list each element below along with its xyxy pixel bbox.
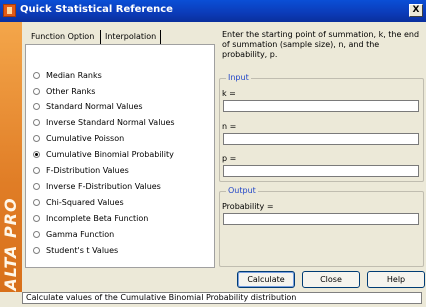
option-label: Chi-Squared Values bbox=[46, 197, 124, 207]
tab-interpolation[interactable]: Interpolation bbox=[100, 30, 162, 44]
option-inverse-f-distribution-values[interactable]: Inverse F-Distribution Values bbox=[33, 180, 161, 192]
close-icon[interactable]: X bbox=[409, 4, 423, 17]
k-label: k = bbox=[222, 89, 236, 98]
radio-button-selected[interactable] bbox=[33, 150, 40, 158]
option-f-distribution-values[interactable]: F-Distribution Values bbox=[33, 164, 129, 176]
option-chi-squared-values[interactable]: Chi-Squared Values bbox=[33, 196, 124, 208]
option-other-ranks[interactable]: Other Ranks bbox=[33, 85, 95, 97]
option-label: Inverse F-Distribution Values bbox=[46, 181, 161, 191]
help-button[interactable]: Help bbox=[367, 271, 425, 288]
option-label: Cumulative Binomial Probability bbox=[46, 149, 174, 159]
option-standard-normal-values[interactable]: Standard Normal Values bbox=[33, 100, 143, 112]
quick-statistical-reference-window: Quick Statistical Reference X ALTA PRO F… bbox=[0, 0, 426, 307]
calculate-button[interactable]: Calculate bbox=[237, 271, 295, 288]
radio-button[interactable] bbox=[33, 214, 40, 222]
probability-label: Probability = bbox=[222, 202, 274, 211]
radio-button[interactable] bbox=[33, 198, 40, 206]
instructions-text: Enter the starting point of summation, k… bbox=[222, 30, 420, 59]
probability-output[interactable] bbox=[223, 213, 419, 225]
option-label: Cumulative Poisson bbox=[46, 133, 125, 143]
k-input[interactable] bbox=[223, 100, 419, 112]
option-label: Other Ranks bbox=[46, 86, 96, 96]
radio-button[interactable] bbox=[33, 118, 40, 126]
option-gamma-function[interactable]: Gamma Function bbox=[33, 228, 114, 240]
radio-button[interactable] bbox=[33, 166, 40, 174]
n-label: n = bbox=[222, 122, 237, 131]
option-label: Student's t Values bbox=[46, 245, 119, 255]
option-label: Gamma Function bbox=[46, 229, 115, 239]
side-banner-text: ALTA PRO bbox=[1, 197, 20, 291]
option-label: Incomplete Beta Function bbox=[46, 213, 149, 223]
app-icon bbox=[3, 4, 16, 17]
radio-button[interactable] bbox=[33, 246, 40, 254]
option-students-t-values[interactable]: Student's t Values bbox=[33, 244, 118, 256]
tab-function-option[interactable]: Function Option bbox=[28, 30, 97, 44]
status-bar: Calculate values of the Cumulative Binom… bbox=[22, 292, 422, 304]
n-input[interactable] bbox=[223, 133, 419, 145]
option-label: Inverse Standard Normal Values bbox=[46, 117, 175, 127]
output-group-legend: Output bbox=[226, 186, 258, 195]
side-banner: ALTA PRO bbox=[0, 22, 22, 292]
input-group-legend: Input bbox=[226, 73, 251, 82]
option-cumulative-binomial-probability[interactable]: Cumulative Binomial Probability bbox=[33, 148, 174, 160]
radio-button[interactable] bbox=[33, 230, 40, 238]
option-label: F-Distribution Values bbox=[46, 165, 129, 175]
radio-button[interactable] bbox=[33, 87, 40, 95]
radio-button[interactable] bbox=[33, 182, 40, 190]
radio-button[interactable] bbox=[33, 134, 40, 142]
p-label: p = bbox=[222, 154, 237, 163]
option-inverse-standard-normal-values[interactable]: Inverse Standard Normal Values bbox=[33, 116, 175, 128]
function-option-panel: Median Ranks Other Ranks Standard Normal… bbox=[25, 44, 215, 268]
title-bar[interactable]: Quick Statistical Reference X bbox=[0, 0, 426, 22]
option-cumulative-poisson[interactable]: Cumulative Poisson bbox=[33, 132, 124, 144]
option-median-ranks[interactable]: Median Ranks bbox=[33, 69, 102, 81]
radio-button[interactable] bbox=[33, 71, 40, 79]
option-incomplete-beta-function[interactable]: Incomplete Beta Function bbox=[33, 212, 148, 224]
option-label: Standard Normal Values bbox=[46, 101, 143, 111]
window-title: Quick Statistical Reference bbox=[20, 4, 173, 15]
radio-button[interactable] bbox=[33, 102, 40, 110]
option-label: Median Ranks bbox=[46, 70, 102, 80]
close-button[interactable]: Close bbox=[302, 271, 360, 288]
p-input[interactable] bbox=[223, 165, 419, 177]
